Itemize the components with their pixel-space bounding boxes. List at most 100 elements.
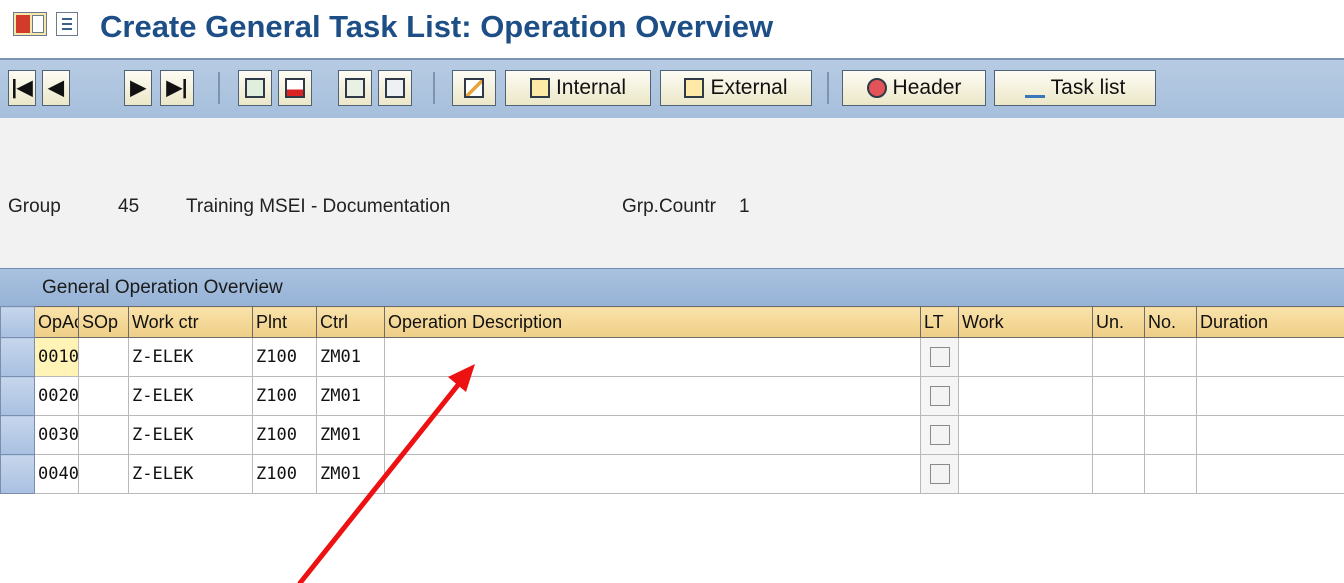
header-button[interactable]: Header (842, 70, 986, 106)
toolbar-separator (433, 72, 435, 104)
opac-cell[interactable]: 0030 (34, 415, 79, 455)
duration-cell[interactable] (1196, 415, 1344, 455)
menu-icon[interactable] (56, 12, 78, 36)
select-all-button[interactable] (238, 70, 272, 106)
header-label: Header (892, 76, 962, 99)
no-cell[interactable] (1144, 376, 1197, 416)
select-block-button[interactable] (338, 70, 372, 106)
sop-cell[interactable] (78, 454, 129, 494)
select-block-icon (345, 78, 365, 98)
edit-button[interactable] (452, 70, 496, 106)
row-selector[interactable] (0, 454, 35, 494)
next-page-button[interactable]: ▶ (124, 70, 152, 106)
column-header-un[interactable]: Un. (1092, 306, 1145, 338)
group-counter-value: 1 (739, 196, 750, 217)
sop-cell[interactable] (78, 337, 129, 377)
un-cell[interactable] (1092, 454, 1145, 494)
work-cell[interactable] (958, 376, 1093, 416)
opac-cell[interactable]: 0040 (34, 454, 79, 494)
column-header-no[interactable]: No. (1144, 306, 1197, 338)
plnt-cell[interactable]: Z100 (252, 454, 317, 494)
page-title: Create General Task List: Operation Over… (100, 9, 774, 44)
internal-processing-icon (529, 78, 550, 98)
last-page-button[interactable]: ▶| (160, 70, 194, 106)
lt-checkbox[interactable] (929, 464, 950, 484)
ctrl-cell[interactable]: ZM01 (316, 415, 385, 455)
deselect-all-button[interactable] (278, 70, 312, 106)
plnt-cell[interactable]: Z100 (252, 415, 317, 455)
operation-description-cell[interactable] (384, 454, 921, 494)
plnt-cell[interactable]: Z100 (252, 337, 317, 377)
operation-overview-table-container: General Operation Overview OpAc SOp Work… (0, 268, 1344, 512)
external-processing-icon (684, 78, 705, 98)
duration-cell[interactable] (1196, 337, 1344, 377)
sop-cell[interactable] (78, 376, 129, 416)
un-cell[interactable] (1092, 376, 1145, 416)
lt-checkbox[interactable] (929, 425, 950, 445)
lt-checkbox[interactable] (929, 386, 950, 406)
task-list-label: Task list (1050, 76, 1126, 99)
duration-cell[interactable] (1196, 454, 1344, 494)
opac-cell[interactable]: 0010 (34, 337, 79, 377)
deselect-block-icon (385, 78, 405, 98)
work-cell[interactable] (958, 454, 1093, 494)
row-selector[interactable] (0, 376, 35, 416)
column-header-plnt[interactable]: Plnt (252, 306, 317, 338)
next-page-icon: ▶ (130, 77, 146, 99)
select-all-icon (245, 78, 265, 98)
header-icon (866, 78, 887, 98)
operation-description-cell[interactable] (384, 415, 921, 455)
column-header-work[interactable]: Work (958, 306, 1093, 338)
column-header-lt[interactable]: LT (920, 306, 959, 338)
column-header-work-ctr[interactable]: Work ctr (128, 306, 253, 338)
deselect-all-icon (285, 78, 305, 98)
ctrl-cell[interactable]: ZM01 (316, 376, 385, 416)
duration-cell[interactable] (1196, 376, 1344, 416)
toolbar-separator (218, 72, 220, 104)
previous-page-icon: ◀ (48, 77, 64, 99)
previous-page-button[interactable]: ◀ (42, 70, 70, 106)
plnt-cell[interactable]: Z100 (252, 376, 317, 416)
work-cell[interactable] (958, 337, 1093, 377)
work-ctr-cell[interactable]: Z-ELEK (128, 337, 253, 377)
group-value: 45 (118, 196, 140, 217)
work-ctr-cell[interactable]: Z-ELEK (128, 376, 253, 416)
sop-cell[interactable] (78, 415, 129, 455)
column-header-duration[interactable]: Duration (1196, 306, 1344, 338)
operation-description-cell[interactable] (384, 337, 921, 377)
no-cell[interactable] (1144, 454, 1197, 494)
external-button[interactable]: External (660, 70, 812, 106)
header-info-area: Group 45 Training MSEI - Documentation G… (0, 118, 1344, 268)
row-selector[interactable] (0, 337, 35, 377)
select-all-rows-cell[interactable] (0, 306, 35, 338)
work-ctr-cell[interactable]: Z-ELEK (128, 415, 253, 455)
operation-description-cell[interactable] (384, 376, 921, 416)
task-list-icon (1024, 78, 1045, 98)
column-header-ctrl[interactable]: Ctrl (316, 306, 385, 338)
opac-cell[interactable]: 0020 (34, 376, 79, 416)
toolbar-separator (827, 72, 829, 104)
ctrl-cell[interactable]: ZM01 (316, 454, 385, 494)
ctrl-cell[interactable]: ZM01 (316, 337, 385, 377)
task-list-button[interactable]: Task list (994, 70, 1156, 106)
column-header-operation-description[interactable]: Operation Description (384, 306, 921, 338)
title-bar: Create General Task List: Operation Over… (0, 0, 1344, 58)
column-header-opac[interactable]: OpAc (34, 306, 79, 338)
external-label: External (710, 76, 788, 99)
un-cell[interactable] (1092, 415, 1145, 455)
column-header-sop[interactable]: SOp (78, 306, 129, 338)
no-cell[interactable] (1144, 337, 1197, 377)
group-label: Group (8, 196, 61, 217)
work-cell[interactable] (958, 415, 1093, 455)
sap-logo-icon[interactable] (13, 12, 47, 36)
deselect-block-button[interactable] (378, 70, 412, 106)
lt-checkbox[interactable] (929, 347, 950, 367)
un-cell[interactable] (1092, 337, 1145, 377)
operation-table: OpAc SOp Work ctr Plnt Ctrl Operation De… (0, 306, 1344, 494)
work-ctr-cell[interactable]: Z-ELEK (128, 454, 253, 494)
first-page-button[interactable]: |◀ (8, 70, 36, 106)
internal-button[interactable]: Internal (505, 70, 651, 106)
no-cell[interactable] (1144, 415, 1197, 455)
row-selector[interactable] (0, 415, 35, 455)
group-description: Training MSEI - Documentation (186, 196, 451, 217)
